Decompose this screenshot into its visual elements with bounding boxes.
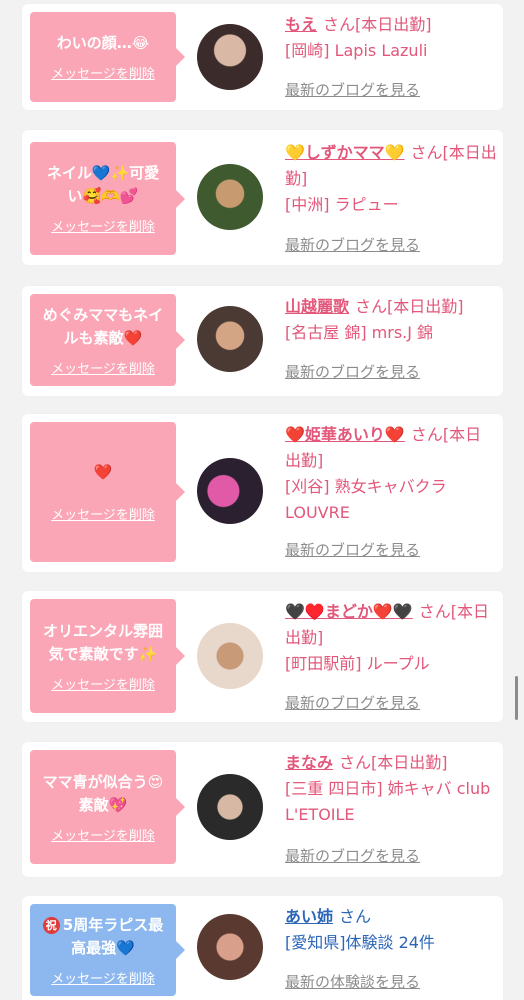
profile-suffix: さん[本日出勤] [355, 297, 464, 316]
latest-blog-link[interactable]: 最新のブログを見る [285, 539, 420, 560]
avatar[interactable] [197, 458, 263, 524]
delete-message-link[interactable]: メッセージを削除 [51, 968, 155, 987]
latest-blog-link[interactable]: 最新のブログを見る [285, 361, 420, 382]
delete-message-link[interactable]: メッセージを削除 [51, 216, 155, 235]
message-text: ネイル💙✨可愛い🥰🫶💕 [46, 164, 160, 205]
profile-suffix: さん[本日出勤] [339, 753, 448, 772]
profile-name-link[interactable]: ❤️姫華あいり❤️ [285, 425, 405, 444]
card: オリエンタル雰囲気で素敵です✨ メッセージを削除 🖤♥️まどか❤️🖤 さん[本日出… [22, 591, 503, 722]
avatar[interactable] [197, 164, 263, 230]
message-bubble: ママ青が似合う😍素敵💖 メッセージを削除 [30, 750, 185, 864]
profile-info: もえ さん[本日出勤] [岡崎] Lapis Lazuli [285, 12, 497, 64]
latest-blog-link[interactable]: 最新のブログを見る [285, 234, 420, 255]
delete-message-link[interactable]: メッセージを削除 [51, 63, 155, 82]
message-text: オリエンタル雰囲気で素敵です✨ [42, 621, 163, 663]
profile-suffix: さん [339, 907, 372, 926]
profile-info: 山越麗歌 さん[本日出勤] [名古屋 錦] mrs.J 錦 [285, 294, 497, 346]
delete-message-link[interactable]: メッセージを削除 [51, 674, 155, 693]
message-bubble: めぐみママもネイルも素敵❤️ メッセージを削除 [30, 294, 185, 386]
shop-info: [刈谷] 熟女キャバクラ LOUVRE [285, 477, 447, 522]
message-bubble: ❤️ メッセージを削除 [30, 422, 185, 562]
profile-info: まなみ さん[本日出勤] [三重 四日市] 姉キャバ club L'ETOILE [285, 750, 497, 828]
profile-name-link[interactable]: あい姉 [285, 907, 333, 926]
delete-message-link[interactable]: メッセージを削除 [51, 825, 155, 844]
profile-info: 💛しずかママ💛 さん[本日出勤] [中洲] ラピュー [285, 140, 497, 218]
profile-info: ❤️姫華あいり❤️ さん[本日出勤] [刈谷] 熟女キャバクラ LOUVRE [285, 422, 497, 526]
message-text: わいの顔…😂 [56, 34, 150, 52]
profile-name-link[interactable]: 🖤♥️まどか❤️🖤 [285, 602, 413, 621]
card: ❤️ メッセージを削除 ❤️姫華あいり❤️ さん[本日出勤] [刈谷] 熟女キャバ… [22, 414, 503, 572]
profile-name-link[interactable]: まなみ [285, 753, 333, 772]
profile-info: 🖤♥️まどか❤️🖤 さん[本日出勤] [町田駅前] ループル [285, 599, 497, 677]
shop-info: [町田駅前] ループル [285, 654, 430, 673]
shop-info: [三重 四日市] 姉キャバ club L'ETOILE [285, 779, 491, 824]
scrollbar[interactable] [515, 676, 518, 720]
profile-suffix: さん[本日出勤] [323, 15, 432, 34]
message-text: 祝 5周年ラピス最高最強💙 [30, 914, 176, 960]
shop-info: [名古屋 錦] mrs.J 錦 [285, 323, 434, 342]
message-bubble: オリエンタル雰囲気で素敵です✨ メッセージを削除 [30, 599, 185, 713]
avatar[interactable] [197, 306, 263, 372]
message-text: ママ青が似合う😍素敵💖 [42, 772, 164, 814]
shop-info: [愛知県]体験談 24件 [285, 933, 435, 952]
message-text: めぐみママもネイルも素敵❤️ [42, 305, 164, 347]
avatar[interactable] [197, 24, 263, 90]
shop-info: [岡崎] Lapis Lazuli [285, 41, 428, 60]
message-bubble: 祝 5周年ラピス最高最強💙 メッセージを削除 [30, 904, 185, 996]
latest-blog-link[interactable]: 最新のブログを見る [285, 692, 420, 713]
message-text: ❤️ [93, 463, 113, 481]
profile-name-link[interactable]: もえ [285, 15, 317, 34]
card: 祝 5周年ラピス最高最強💙 メッセージを削除 あい姉 さん [愛知県]体験談 24件… [22, 896, 503, 1000]
latest-blog-link[interactable]: 最新のブログを見る [285, 845, 420, 866]
card: ネイル💙✨可愛い🥰🫶💕 メッセージを削除 💛しずかママ💛 さん[本日出勤] [中洲… [22, 130, 503, 265]
delete-message-link[interactable]: メッセージを削除 [51, 504, 155, 523]
profile-name-link[interactable]: 💛しずかママ💛 [285, 143, 405, 162]
shop-info: [中洲] ラピュー [285, 195, 399, 214]
avatar[interactable] [197, 914, 263, 980]
delete-message-link[interactable]: メッセージを削除 [51, 358, 155, 377]
card: めぐみママもネイルも素敵❤️ メッセージを削除 山越麗歌 さん[本日出勤] [名古… [22, 286, 503, 396]
avatar[interactable] [197, 623, 263, 689]
latest-blog-link[interactable]: 最新のブログを見る [285, 79, 420, 100]
message-bubble: わいの顔…😂 メッセージを削除 [30, 12, 185, 102]
profile-info: あい姉 さん [愛知県]体験談 24件 [285, 904, 497, 956]
profile-name-link[interactable]: 山越麗歌 [285, 297, 349, 316]
avatar[interactable] [197, 774, 263, 840]
latest-review-link[interactable]: 最新の体験談を見る [285, 971, 420, 992]
message-bubble: ネイル💙✨可愛い🥰🫶💕 メッセージを削除 [30, 142, 185, 255]
card: わいの顔…😂 メッセージを削除 もえ さん[本日出勤] [岡崎] Lapis La… [22, 4, 503, 110]
card: ママ青が似合う😍素敵💖 メッセージを削除 まなみ さん[本日出勤] [三重 四日市… [22, 742, 503, 877]
message-body: 5周年ラピス最高最強💙 [62, 915, 164, 957]
celebration-badge-icon: 祝 [42, 916, 60, 934]
